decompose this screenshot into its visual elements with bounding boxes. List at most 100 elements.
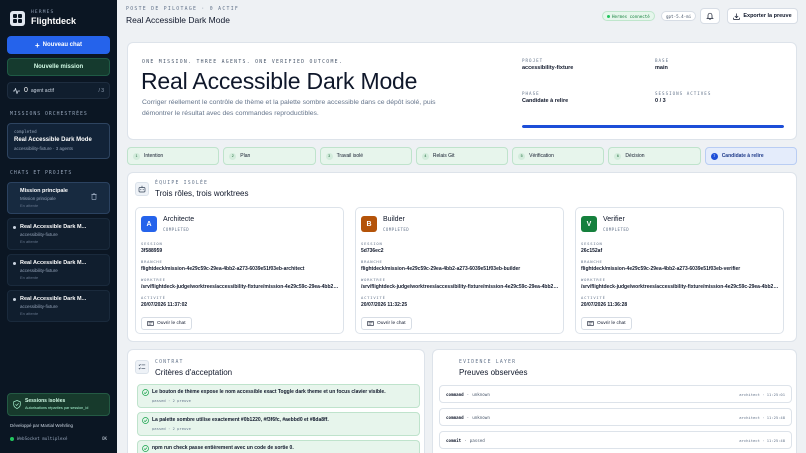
open-chat-button[interactable]: Ouvrir le chat: [581, 317, 632, 330]
active-agents-count: 0: [24, 87, 28, 94]
branch-value: flightdeck/mission-4e29c59c-29ea-4bb2-a2…: [581, 266, 741, 272]
websocket-status: WebSocket multiplexé OK: [10, 436, 107, 441]
agent-name: Builder: [383, 216, 405, 223]
header-kicker: POSTE DE PILOTAGE · 0 ACTIF: [126, 7, 240, 12]
chats-section-title: CHATS ET PROJETS: [10, 171, 73, 176]
evidence-row[interactable]: command · unknown architect · 11:25:01: [439, 385, 792, 403]
worktree-value: /srv/flightdeck-judge/worktrees/accessib…: [581, 284, 779, 290]
status-badge: COMPLETED: [383, 227, 410, 232]
evidence-title: Preuves observées: [459, 368, 528, 377]
acceptance-criterion: La palette sombre utilise exactement #0b…: [137, 412, 420, 436]
new-chat-button[interactable]: + Nouveau chat: [7, 36, 110, 54]
session-value: 5d736ec2: [361, 248, 384, 254]
mission-progress-bar: [522, 125, 784, 128]
project-value: accessibility-fixture: [522, 65, 574, 71]
chat-dot: [13, 298, 16, 301]
notifications-button[interactable]: [700, 8, 720, 24]
brand[interactable]: HERMES Flightdeck: [10, 10, 76, 26]
agent-card-verifier: V Verifier COMPLETED SESSION 26c152af BR…: [575, 207, 784, 334]
contract-panel: CONTRAT Critères d'acceptation Le bouton…: [127, 349, 425, 453]
shield-check-icon: [13, 400, 21, 409]
step-git-relay[interactable]: 4 Relais Git: [415, 147, 509, 165]
open-chat-button[interactable]: Ouvrir le chat: [361, 317, 412, 330]
agent-name: Verifier: [603, 216, 625, 223]
mission-progress-fill: [522, 125, 784, 128]
step-intention[interactable]: 1 Intention: [127, 147, 220, 165]
activity-label: ACTIVITÉ: [361, 295, 386, 300]
chat-item[interactable]: Mission principale Mission principale En…: [7, 182, 110, 214]
brand-kicker: HERMES: [31, 10, 55, 15]
worktree-value: /srv/flightdeck-judge/worktrees/accessib…: [141, 284, 339, 290]
check-circle-icon: [142, 445, 149, 452]
chat-icon: [367, 320, 374, 326]
chat-item[interactable]: Real Accessible Dark M... accessibility-…: [7, 290, 110, 322]
worktree-value: /srv/flightdeck-judge/worktrees/accessib…: [361, 284, 559, 290]
chat-item[interactable]: Real Accessible Dark M... accessibility-…: [7, 254, 110, 286]
agent-card-builder: B Builder COMPLETED SESSION 5d736ec2 BRA…: [355, 207, 564, 334]
download-icon: [733, 13, 741, 20]
session-label: SESSION: [581, 241, 603, 246]
contract-kicker: CONTRAT: [155, 360, 184, 365]
branch-label: BRANCHE: [361, 259, 383, 264]
base-value: main: [655, 65, 668, 71]
step-plan[interactable]: 2 Plan: [223, 147, 316, 165]
worktree-label: WORKTREE: [581, 277, 606, 282]
export-proof-button[interactable]: Exporter la preuve: [727, 8, 798, 24]
chat-dot: [13, 226, 16, 229]
activity-label: ACTIVITÉ: [141, 295, 166, 300]
active-sessions-value: 0 / 3: [655, 98, 666, 104]
base-label: BASE: [655, 58, 670, 63]
agent-name: Architecte: [163, 216, 195, 223]
status-badge: COMPLETED: [603, 227, 630, 232]
status-dot-icon: [607, 14, 610, 18]
session-value: 26c152af: [581, 248, 603, 254]
evidence-row[interactable]: commit · passed architect · 11:25:48: [439, 431, 792, 449]
avatar: B: [361, 216, 377, 232]
chat-dot: [13, 262, 16, 265]
agent-card-architect: A Architecte COMPLETED SESSION 3f588959 …: [135, 207, 344, 334]
worktree-label: WORKTREE: [361, 277, 386, 282]
active-agents-total: / 3: [98, 87, 104, 94]
open-chat-button[interactable]: Ouvrir le chat: [141, 317, 192, 330]
phase-value: Candidate à relire: [522, 98, 569, 104]
step-isolated-work[interactable]: 3 Travail isolé: [319, 147, 412, 165]
active-agents-indicator: 0 agent actif / 3: [7, 82, 110, 99]
connection-badge: Hermes connecté: [602, 11, 655, 21]
step-verification[interactable]: 5 Vérification: [512, 147, 605, 165]
evidence-kicker: EVIDENCE LAYER: [459, 360, 517, 365]
phase-label: PHASE: [522, 91, 540, 96]
isolated-sessions-notice: Sessions isolées Autorisations réparties…: [7, 393, 110, 416]
page-title: Real Accessible Dark Mode: [126, 15, 230, 25]
avatar: V: [581, 216, 597, 232]
activity-icon: [13, 87, 20, 94]
evidence-row[interactable]: command · unknown architect · 11:25:48: [439, 408, 792, 426]
bell-icon: [706, 12, 714, 20]
hero-kicker: ONE MISSION. THREE AGENTS. ONE VERIFIED …: [142, 60, 344, 65]
step-candidate-review[interactable]: 7 Candidate à relire: [704, 147, 797, 165]
step-decision[interactable]: 6 Décision: [608, 147, 701, 165]
activity-value: 20/07/2026 11:37:02: [141, 302, 188, 308]
mission-stepper: 1 Intention 2 Plan 3 Travail isolé 4 Relais …: [127, 147, 797, 165]
session-label: SESSION: [141, 241, 163, 246]
status-badge: COMPLETED: [163, 227, 190, 232]
chat-icon: [147, 320, 154, 326]
branch-value: flightdeck/mission-4e29c59c-29ea-4bb2-a2…: [361, 266, 521, 272]
mission-hero: ONE MISSION. THREE AGENTS. ONE VERIFIED …: [127, 42, 797, 140]
flightdeck-logo-icon: [10, 10, 25, 26]
acceptance-criterion: npm run check passe entièrement avec un …: [137, 440, 420, 453]
branch-value: flightdeck/mission-4e29c59c-29ea-4bb2-a2…: [141, 266, 305, 272]
branch-label: BRANCHE: [581, 259, 603, 264]
orchestrated-section-title: MISSIONS ORCHESTRÉES: [10, 112, 88, 117]
chat-item[interactable]: Real Accessible Dark M... accessibility-…: [7, 218, 110, 250]
model-badge[interactable]: gpt-5.4-mi: [661, 11, 697, 21]
brand-name: Flightdeck: [31, 16, 77, 26]
orchestrated-mission-card[interactable]: completed Real Accessible Dark Mode acce…: [7, 123, 110, 159]
check-circle-icon: [142, 417, 149, 424]
new-mission-button[interactable]: Nouvelle mission: [7, 58, 110, 76]
trash-icon[interactable]: [91, 193, 97, 200]
activity-value: 20/07/2026 11:36:28: [581, 302, 628, 308]
mission-sub: accessibility-fixture · 3 agents: [14, 146, 74, 151]
active-sessions-label: SESSIONS ACTIVES: [655, 91, 712, 96]
mission-title: Real Accessible Dark Mode: [14, 137, 92, 143]
checklist-icon: [135, 360, 149, 374]
